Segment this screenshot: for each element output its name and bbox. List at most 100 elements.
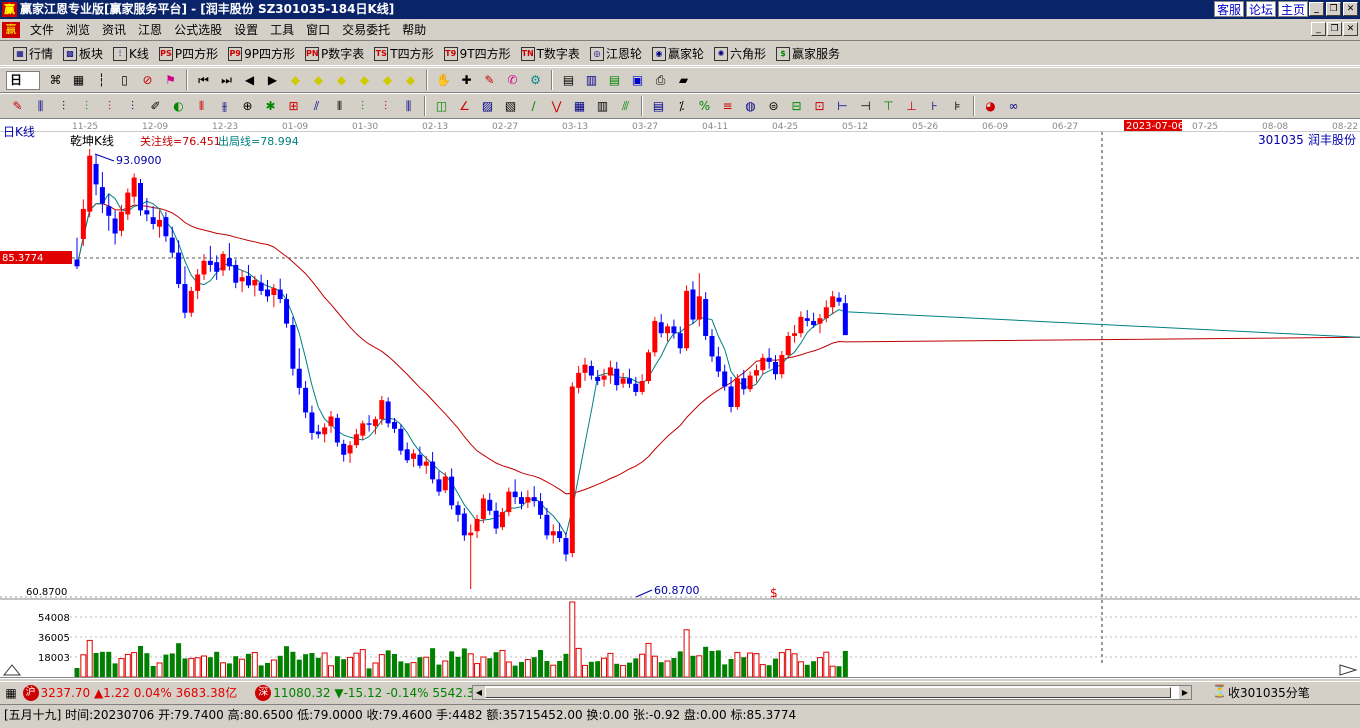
draw-tool-5-icon[interactable]: ⫶ — [124, 97, 142, 115]
crosshair-icon[interactable]: ✚ — [458, 71, 476, 89]
menu-help[interactable]: 帮助 — [396, 21, 432, 38]
toolbar-hexagon-button[interactable]: ✺ 六角形 — [709, 44, 771, 64]
draw-tool-16-icon[interactable]: ⫶ — [377, 97, 395, 115]
draw-tool-27-icon[interactable]: ⫻ — [617, 97, 635, 115]
scroll-left-icon[interactable]: ◀ — [473, 686, 485, 699]
draw-tool-45-icon[interactable]: ∞ — [1005, 97, 1023, 115]
toolbar-P-button[interactable]: PS P四方形 — [154, 44, 223, 64]
draw-tool-6-icon[interactable]: ✐ — [147, 97, 165, 115]
toolbar-blocks-button[interactable]: ▩ 板块 — [58, 44, 108, 64]
draw-tool-34-icon[interactable]: ⊜ — [765, 97, 783, 115]
menu-info[interactable]: 资讯 — [96, 21, 132, 38]
menu-trade[interactable]: 交易委托 — [336, 21, 396, 38]
forum-link[interactable]: 论坛 — [1245, 1, 1276, 17]
toolbar-dollar-button[interactable]: $ 赢家服务 — [771, 44, 845, 64]
draw-tool-39-icon[interactable]: ⊤ — [880, 97, 898, 115]
toolbar-wheel-button[interactable]: ◎ 江恩轮 — [585, 44, 647, 64]
homepage-link[interactable]: 主页 — [1277, 1, 1308, 17]
draw-tool-2-icon[interactable]: ⫶ — [55, 97, 73, 115]
sh-index-text[interactable]: 3237.70 ▲1.22 0.04% 3683.38亿 — [41, 684, 238, 701]
draw-tool-30-icon[interactable]: ⁒ — [673, 97, 691, 115]
close-button[interactable]: ✕ — [1343, 2, 1358, 16]
overlay-icon[interactable]: ▦ — [70, 71, 88, 89]
toolbar-TS-button[interactable]: TS T四方形 — [369, 44, 438, 64]
draw-tool-23-icon[interactable]: ∕ — [525, 97, 543, 115]
zoom-out-icon[interactable]: ◆ — [310, 71, 328, 89]
draw-icon[interactable]: ✎ — [481, 71, 499, 89]
draw-tool-40-icon[interactable]: ⊥ — [903, 97, 921, 115]
grid-icon[interactable]: ▦ — [2, 684, 20, 702]
draw-tool-42-icon[interactable]: ⊧ — [949, 97, 967, 115]
menu-browse[interactable]: 浏览 — [60, 21, 96, 38]
toolbar-grid-button[interactable]: ▦ 行情 — [8, 44, 58, 64]
truck-icon[interactable]: ▰ — [675, 71, 693, 89]
draw-tool-4-icon[interactable]: ⫶ — [101, 97, 119, 115]
toolbar-wheel2-button[interactable]: ◉ 赢家轮 — [647, 44, 709, 64]
draw-tool-19-icon[interactable]: ◫ — [433, 97, 451, 115]
first-icon[interactable]: ⏮ — [195, 71, 213, 89]
draw-tool-22-icon[interactable]: ▧ — [502, 97, 520, 115]
scale-icon[interactable]: ⊘ — [139, 71, 157, 89]
scroll-thumb[interactable] — [485, 687, 1171, 698]
toolbar-candle-button[interactable]: ⫶ K线 — [108, 44, 154, 64]
chart-type-icon[interactable]: ▯ — [116, 71, 134, 89]
draw-tool-25-icon[interactable]: ▦ — [571, 97, 589, 115]
move-down-icon[interactable]: ◆ — [356, 71, 374, 89]
draw-tool-3-icon[interactable]: ⫶ — [78, 97, 96, 115]
mdi-minimize-button[interactable]: _ — [1311, 22, 1326, 36]
draw-tool-36-icon[interactable]: ⊡ — [811, 97, 829, 115]
print-icon[interactable]: ⎙ — [652, 71, 670, 89]
draw-tool-9-icon[interactable]: ⫵ — [216, 97, 234, 115]
draw-tool-33-icon[interactable]: ◍ — [742, 97, 760, 115]
kline-chart[interactable]: 11-25 12-09 12-23 01-09 01-30 02-13 02-27 03-13… — [0, 119, 1360, 679]
draw-tool-17-icon[interactable]: ⫼ — [400, 97, 418, 115]
menu-formula[interactable]: 公式选股 — [168, 21, 228, 38]
stats-icon[interactable]: ⌘ — [47, 71, 65, 89]
draw-tool-24-icon[interactable]: ⋁ — [548, 97, 566, 115]
draw-tool-26-icon[interactable]: ▥ — [594, 97, 612, 115]
toolbar-TN-button[interactable]: TN T数字表 — [516, 44, 585, 64]
mdi-restore-button[interactable]: ❐ — [1327, 22, 1342, 36]
draw-tool-14-icon[interactable]: ⫴ — [331, 97, 349, 115]
calendar-icon[interactable]: ▤ — [560, 71, 578, 89]
toolbar-T9-button[interactable]: T9 9T四方形 — [439, 44, 516, 64]
hand-icon[interactable]: ✋ — [435, 71, 453, 89]
draw-tool-8-icon[interactable]: ⫴ — [193, 97, 211, 115]
menu-gann[interactable]: 江恩 — [132, 21, 168, 38]
mdi-close-button[interactable]: ✕ — [1343, 22, 1358, 36]
draw-tool-13-icon[interactable]: ⫽ — [308, 97, 326, 115]
restore-button[interactable]: ❐ — [1326, 2, 1341, 16]
draw-tool-41-icon[interactable]: ⊦ — [926, 97, 944, 115]
menu-window[interactable]: 窗口 — [300, 21, 336, 38]
table-icon[interactable]: ▥ — [583, 71, 601, 89]
draw-tool-1-icon[interactable]: ⫼ — [32, 97, 50, 115]
menu-settings[interactable]: 设置 — [228, 21, 264, 38]
minimize-button[interactable]: _ — [1309, 2, 1324, 16]
draw-tool-35-icon[interactable]: ⊟ — [788, 97, 806, 115]
kefu-link[interactable]: 客服 — [1213, 1, 1244, 17]
draw-tool-37-icon[interactable]: ⊢ — [834, 97, 852, 115]
draw-tool-12-icon[interactable]: ⊞ — [285, 97, 303, 115]
draw-tool-10-icon[interactable]: ⊕ — [239, 97, 257, 115]
zoom-in-icon[interactable]: ◆ — [287, 71, 305, 89]
draw-tool-29-icon[interactable]: ▤ — [650, 97, 668, 115]
left-icon[interactable]: ◀ — [241, 71, 259, 89]
toolbar-9P-button[interactable]: P9 9P四方形 — [223, 44, 300, 64]
kline-svg[interactable]: 11-25 12-09 12-23 01-09 01-30 02-13 02-27 03-13… — [0, 119, 1360, 679]
move-up-icon[interactable]: ◆ — [333, 71, 351, 89]
draw-tool-38-icon[interactable]: ⊣ — [857, 97, 875, 115]
draw-tool-20-icon[interactable]: ∠ — [456, 97, 474, 115]
draw-tool-32-icon[interactable]: ≡ — [719, 97, 737, 115]
period-select[interactable]: 日 — [6, 70, 40, 90]
draw-tool-31-icon[interactable]: % — [696, 97, 714, 115]
indicator-icon[interactable]: ⚙ — [527, 71, 545, 89]
expand-icon[interactable]: ◆ — [379, 71, 397, 89]
draw-tool-11-icon[interactable]: ✱ — [262, 97, 280, 115]
horizontal-scrollbar[interactable]: ◀ ▶ — [472, 685, 1192, 700]
formula-icon[interactable]: ✆ — [504, 71, 522, 89]
draw-tool-44-icon[interactable]: ◕ — [982, 97, 1000, 115]
menu-file[interactable]: 文件 — [24, 21, 60, 38]
tick-label[interactable]: 收301035分笔 — [1228, 684, 1310, 701]
candle-style-icon[interactable]: ┆ — [93, 71, 111, 89]
flag-icon[interactable]: ⚑ — [162, 71, 180, 89]
